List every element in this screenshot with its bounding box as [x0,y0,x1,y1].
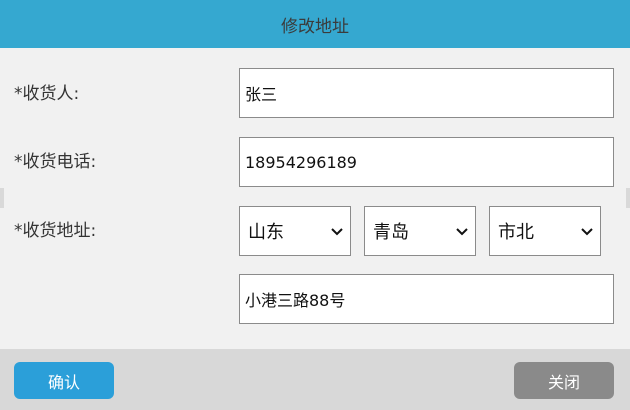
receiver-name-input[interactable] [239,68,614,118]
right-edge-marker [626,188,630,208]
phone-label: *收货电话: [14,152,97,172]
chevron-down-icon [581,228,593,236]
close-button[interactable]: 关闭 [514,362,614,399]
chevron-down-icon [456,228,468,236]
city-selected-value: 青岛 [373,222,409,243]
province-selected-value: 山东 [248,222,284,243]
dialog-title: 修改地址 [281,16,349,37]
address-label: *收货地址: [14,221,97,241]
district-selected-value: 市北 [498,222,534,243]
province-select[interactable]: 山东 [239,206,351,256]
edit-address-dialog: 修改地址 *收货人: *收货电话: *收货地址: 山东 青岛 市北 确认 关闭 [0,0,630,410]
city-select[interactable]: 青岛 [364,206,476,256]
dialog-title-bar: 修改地址 [0,0,630,48]
confirm-button[interactable]: 确认 [14,362,114,399]
detail-address-input[interactable] [239,274,614,324]
chevron-down-icon [331,228,343,236]
district-select[interactable]: 市北 [489,206,601,256]
phone-input[interactable] [239,137,614,187]
left-edge-marker [0,188,4,208]
receiver-label: *收货人: [14,84,80,104]
